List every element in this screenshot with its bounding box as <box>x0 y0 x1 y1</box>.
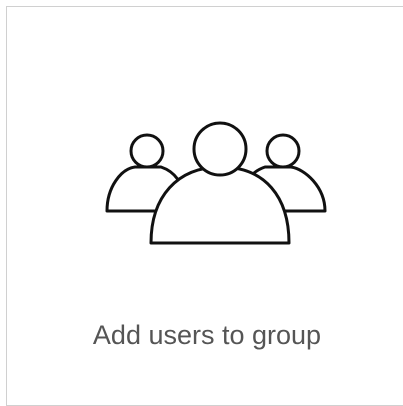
users-group-icon <box>99 115 339 255</box>
tile-label: Add users to group <box>92 320 322 350</box>
add-users-to-group-tile[interactable]: Add users to group <box>6 6 403 406</box>
